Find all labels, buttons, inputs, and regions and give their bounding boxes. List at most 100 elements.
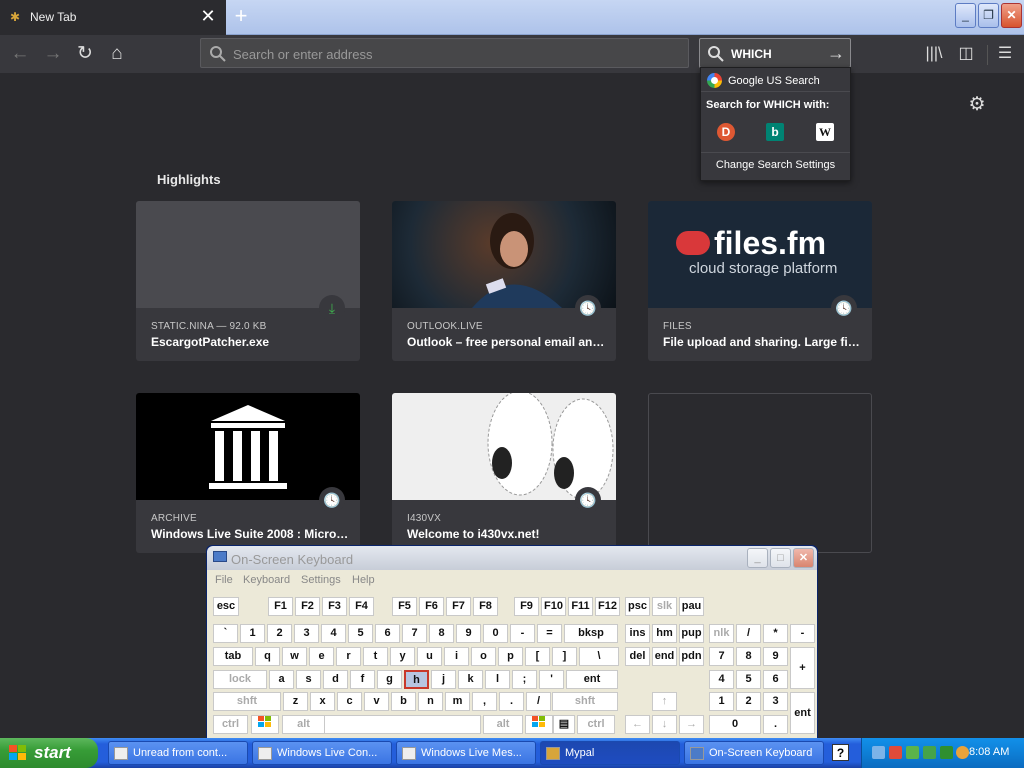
key-p[interactable]: p — [498, 647, 523, 666]
key-r[interactable]: r — [336, 647, 361, 666]
key-b[interactable]: b — [391, 692, 416, 711]
key-x[interactable]: x — [310, 692, 335, 711]
library-icon[interactable]: |||\ — [921, 41, 947, 67]
key-pau[interactable]: pau — [679, 597, 704, 616]
menu-help[interactable]: Help — [352, 574, 375, 586]
key-sym12[interactable]: ↑ — [652, 692, 677, 711]
key-f6[interactable]: F6 — [419, 597, 444, 616]
key-space[interactable] — [324, 715, 481, 734]
task-mypal[interactable]: Mypal — [540, 741, 680, 765]
key-sym11[interactable]: - — [510, 624, 535, 643]
key-q[interactable]: q — [255, 647, 280, 666]
key-lock[interactable]: lock — [213, 670, 267, 689]
key-5[interactable]: 5 — [736, 670, 761, 689]
key-sym13[interactable]: \ — [579, 647, 619, 666]
key-sym12[interactable]: = — [537, 624, 562, 643]
key-8[interactable]: 8 — [736, 647, 761, 666]
key-sym4[interactable]: ← — [625, 715, 650, 734]
key-ent[interactable]: ent — [566, 670, 618, 689]
search-go-icon[interactable]: → — [824, 41, 848, 65]
key-sym11[interactable]: [ — [525, 647, 550, 666]
search-tray-icon[interactable] — [956, 746, 969, 759]
key-i[interactable]: i — [444, 647, 469, 666]
key-sym6[interactable]: → — [679, 715, 704, 734]
key-nlk[interactable]: nlk — [709, 624, 734, 643]
key-t[interactable]: t — [363, 647, 388, 666]
contacts-tray-icon[interactable] — [923, 746, 936, 759]
key-f3[interactable]: F3 — [322, 597, 347, 616]
key-k[interactable]: k — [458, 670, 483, 689]
key-f12[interactable]: F12 — [595, 597, 620, 616]
highlight-card-outlook[interactable]: 🕓 OUTLOOK.LIVE Outlook – free personal e… — [392, 201, 616, 361]
key-del[interactable]: del — [625, 647, 650, 666]
task-unread[interactable]: Unread from cont... — [108, 741, 248, 765]
key-hm[interactable]: hm — [652, 624, 677, 643]
key-h[interactable]: h — [404, 670, 429, 689]
search-input-value[interactable]: WHICH — [731, 47, 772, 61]
key-y[interactable]: y — [390, 647, 415, 666]
key-g[interactable]: g — [377, 670, 402, 689]
update-icon[interactable] — [940, 746, 953, 759]
tab-close-icon[interactable]: ✕ — [199, 7, 217, 25]
key-z[interactable]: z — [283, 692, 308, 711]
key-sym20[interactable]: + — [790, 647, 815, 689]
messenger-tray-icon[interactable] — [906, 746, 919, 759]
key-sym10[interactable]: / — [526, 692, 551, 711]
key-0[interactable]: 0 — [709, 715, 761, 734]
key-f2[interactable]: F2 — [295, 597, 320, 616]
key-2[interactable]: 2 — [736, 692, 761, 711]
highlight-card-archive[interactable]: 🕓 ARCHIVE Windows Live Suite 2008 : Micr… — [136, 393, 360, 553]
key-f1[interactable]: F1 — [268, 597, 293, 616]
key-f8[interactable]: F8 — [473, 597, 498, 616]
task-wl-contacts[interactable]: Windows Live Con... — [252, 741, 392, 765]
key-e[interactable]: e — [309, 647, 334, 666]
new-tab-button[interactable]: + — [230, 5, 252, 28]
key-9[interactable]: 9 — [763, 647, 788, 666]
key-sym10[interactable]: ; — [512, 670, 537, 689]
duckduckgo-icon[interactable]: D — [717, 123, 735, 141]
key-tab[interactable]: tab — [213, 647, 253, 666]
highlight-card-i430vx[interactable]: 🕓 I430VX Welcome to i430vx.net! — [392, 393, 616, 553]
key-a[interactable]: a — [269, 670, 294, 689]
key-bksp[interactable]: bksp — [564, 624, 618, 643]
menu-key-icon[interactable]: ▤ — [553, 715, 575, 734]
key-u[interactable]: u — [417, 647, 442, 666]
key-f11[interactable]: F11 — [568, 597, 593, 616]
key-3[interactable]: 3 — [763, 692, 788, 711]
key-sym0[interactable]: ` — [213, 624, 238, 643]
key-sym8[interactable]: , — [472, 692, 497, 711]
key-o[interactable]: o — [471, 647, 496, 666]
key-6[interactable]: 6 — [375, 624, 400, 643]
key-2[interactable]: 2 — [267, 624, 292, 643]
windows-key-icon[interactable] — [251, 715, 279, 734]
wikipedia-icon[interactable]: W — [816, 123, 834, 141]
key-4[interactable]: 4 — [321, 624, 346, 643]
key-slk[interactable]: slk — [652, 597, 677, 616]
start-button[interactable]: start — [0, 738, 98, 768]
key-1[interactable]: 1 — [240, 624, 265, 643]
menu-file[interactable]: File — [215, 574, 233, 586]
key-alt[interactable]: alt — [282, 715, 325, 734]
key-sym18[interactable]: / — [736, 624, 761, 643]
reload-button[interactable]: ↻ — [72, 41, 98, 67]
minimize-button[interactable]: _ — [955, 3, 976, 28]
key-sym5[interactable]: ↓ — [652, 715, 677, 734]
key-sym11[interactable]: ' — [539, 670, 564, 689]
key-7[interactable]: 7 — [402, 624, 427, 643]
key-d[interactable]: d — [323, 670, 348, 689]
key-pdn[interactable]: pdn — [679, 647, 704, 666]
back-button[interactable]: ← — [7, 41, 33, 67]
key-f10[interactable]: F10 — [541, 597, 566, 616]
menu-keyboard[interactable]: Keyboard — [243, 574, 290, 586]
key-4[interactable]: 4 — [709, 670, 734, 689]
default-engine-row[interactable]: Google US Search — [701, 70, 850, 92]
osk-maximize-button[interactable]: □ — [770, 548, 791, 568]
help-icon[interactable]: ? — [832, 744, 849, 761]
key-end[interactable]: end — [652, 647, 677, 666]
key-0[interactable]: 0 — [483, 624, 508, 643]
sidebar-icon[interactable]: ◫ — [953, 41, 979, 67]
change-search-settings-button[interactable]: Change Search Settings — [701, 159, 850, 171]
key-ins[interactable]: ins — [625, 624, 650, 643]
key-m[interactable]: m — [445, 692, 470, 711]
key-sym20[interactable]: - — [790, 624, 815, 643]
